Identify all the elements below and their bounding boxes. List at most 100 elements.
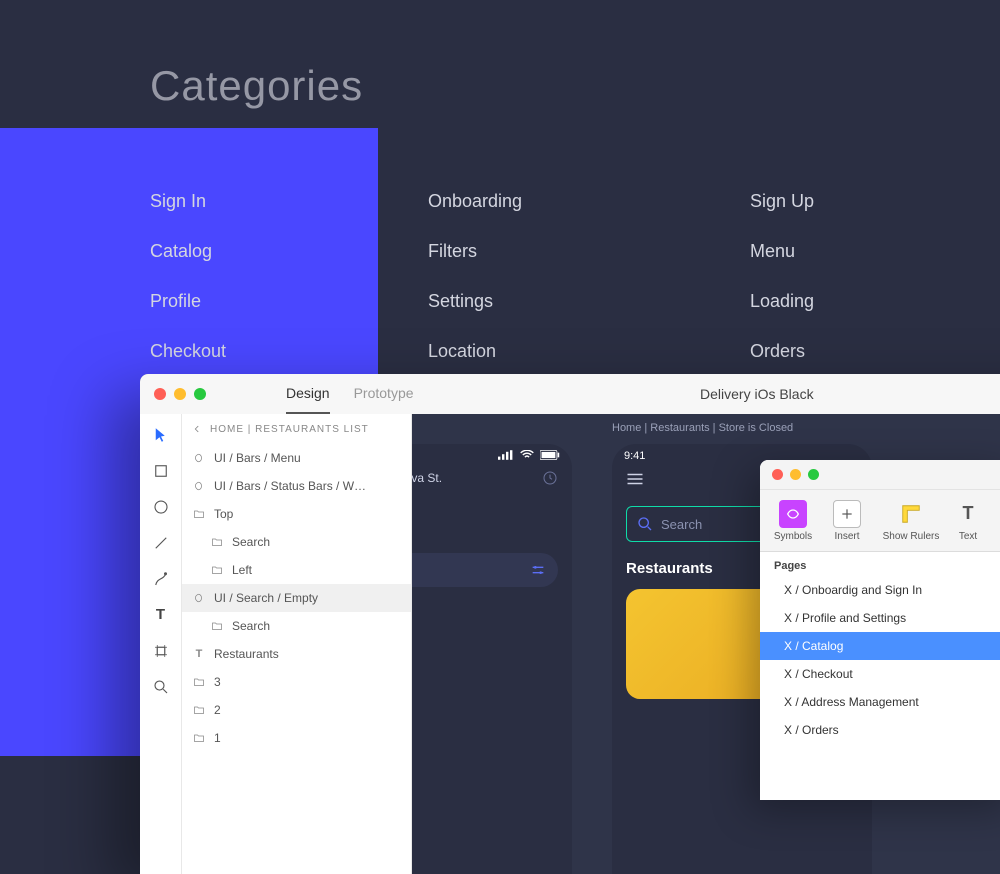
text-button[interactable]: T Text — [950, 500, 986, 542]
tool-label: Symbols — [774, 531, 812, 542]
insert-button[interactable]: Insert — [822, 500, 872, 542]
rulers-button[interactable]: Show Rulers — [876, 500, 946, 542]
layer-row[interactable]: 3 — [182, 668, 411, 696]
close-icon[interactable] — [154, 388, 166, 400]
ruler-icon — [900, 503, 922, 525]
vector-tool-icon[interactable] — [152, 570, 170, 588]
minimize-icon[interactable] — [790, 469, 801, 480]
layer-row[interactable]: Top — [182, 500, 411, 528]
layer-label: UI / Bars / Menu — [214, 451, 301, 465]
layer-row[interactable]: Search — [182, 528, 411, 556]
clock-icon[interactable] — [542, 470, 558, 486]
text-tool-icon[interactable]: T — [152, 606, 170, 624]
sliders-icon — [530, 562, 546, 578]
menu-icon[interactable] — [626, 472, 644, 486]
tool-label: Insert — [834, 531, 859, 542]
plus-icon — [840, 507, 854, 521]
hero-title-fragment: e — [412, 496, 572, 539]
minimize-icon[interactable] — [174, 388, 186, 400]
mode-tabs: Design Prototype — [286, 374, 414, 414]
titlebar — [760, 460, 1000, 490]
tab-prototype[interactable]: Prototype — [354, 374, 414, 414]
folder-icon — [192, 731, 206, 745]
tab-design[interactable]: Design — [286, 374, 330, 414]
layer-row[interactable]: 2 — [182, 696, 411, 724]
folder-icon — [192, 675, 206, 689]
status-bar — [412, 444, 572, 460]
layer-row[interactable]: TRestaurants — [182, 640, 411, 668]
traffic-lights — [154, 388, 206, 400]
category-link[interactable]: Filters — [428, 226, 750, 276]
zoom-icon[interactable] — [808, 469, 819, 480]
line-tool-icon[interactable] — [152, 534, 170, 552]
titlebar: Design Prototype Delivery iOs Black — [140, 374, 1000, 414]
category-link[interactable]: Catalog — [150, 226, 428, 276]
artboard[interactable]: 88 Lermontova St. e View All (137) — [412, 444, 572, 874]
address-pill[interactable]: 88 Lermontova St. — [412, 471, 442, 485]
folder-icon — [192, 703, 206, 717]
symbol-icon — [192, 591, 206, 605]
category-link[interactable]: Menu — [750, 226, 950, 276]
page-item[interactable]: X / Address Management — [760, 688, 1000, 716]
symbol-icon — [192, 451, 206, 465]
address-text: 88 Lermontova St. — [412, 471, 442, 485]
layer-label: UI / Bars / Status Bars / W… — [214, 479, 366, 493]
layers-panel: HOME | RESTAURANTS LIST UI / Bars / Menu… — [182, 414, 412, 874]
search-icon — [637, 516, 653, 532]
layer-label: 3 — [214, 675, 221, 689]
document-title: Delivery iOs Black — [700, 386, 814, 402]
pages-header: Pages — [760, 552, 1000, 576]
rectangle-tool-icon[interactable] — [152, 462, 170, 480]
category-link[interactable]: Sign Up — [750, 176, 950, 226]
page-title: Categories — [150, 62, 363, 110]
category-link[interactable]: Checkout — [150, 326, 428, 376]
phone-header: 88 Lermontova St. — [412, 460, 572, 496]
page-item[interactable]: X / Checkout — [760, 660, 1000, 688]
layer-row[interactable]: Search — [182, 612, 411, 640]
layer-row[interactable]: UI / Bars / Status Bars / W… — [182, 472, 411, 500]
search-placeholder: Search — [661, 517, 702, 532]
page-item[interactable]: X / Orders — [760, 716, 1000, 744]
symbols-button[interactable]: Symbols — [768, 500, 818, 542]
category-link[interactable]: Loading — [750, 276, 950, 326]
layer-label: Top — [214, 507, 233, 521]
category-link[interactable]: Settings — [428, 276, 750, 326]
back-icon[interactable] — [192, 424, 202, 434]
folder-icon — [210, 563, 224, 577]
page-item[interactable]: X / Catalog — [760, 632, 1000, 660]
status-time: 9:41 — [624, 450, 645, 462]
category-link[interactable]: Location — [428, 326, 750, 376]
folder-icon — [210, 535, 224, 549]
toolbar-window: Symbols Insert Show Rulers T Text Pages … — [760, 460, 1000, 800]
category-link[interactable]: Onboarding — [428, 176, 750, 226]
layer-label: Search — [232, 535, 270, 549]
search-icon[interactable] — [152, 678, 170, 696]
oval-tool-icon[interactable] — [152, 498, 170, 516]
layer-label: Search — [232, 619, 270, 633]
tool-rail: T — [140, 414, 182, 874]
signal-icon — [498, 450, 514, 460]
layer-row[interactable]: UI / Search / Empty — [182, 584, 411, 612]
artboard-tool-icon[interactable] — [152, 642, 170, 660]
layer-row[interactable]: 1 — [182, 724, 411, 752]
layer-label: UI / Search / Empty — [214, 591, 318, 605]
page-item[interactable]: X / Onboardig and Sign In — [760, 576, 1000, 604]
layers-header[interactable]: HOME | RESTAURANTS LIST — [182, 414, 411, 444]
text-icon: T — [192, 647, 206, 661]
filter-pill[interactable] — [412, 553, 558, 587]
artboard-label: Home | Restaurants | Store is Closed — [612, 422, 793, 434]
category-link[interactable]: Orders — [750, 326, 950, 376]
pointer-tool-icon[interactable] — [152, 426, 170, 444]
category-link[interactable]: Sign In — [150, 176, 428, 226]
symbol-icon — [192, 479, 206, 493]
category-link[interactable]: Profile — [150, 276, 428, 326]
folder-icon — [192, 507, 206, 521]
symbols-icon — [785, 506, 801, 522]
zoom-icon[interactable] — [194, 388, 206, 400]
layer-row[interactable]: UI / Bars / Menu — [182, 444, 411, 472]
layer-row[interactable]: Left — [182, 556, 411, 584]
layer-label: 1 — [214, 731, 221, 745]
wifi-icon — [520, 450, 534, 460]
page-item[interactable]: X / Profile and Settings — [760, 604, 1000, 632]
close-icon[interactable] — [772, 469, 783, 480]
